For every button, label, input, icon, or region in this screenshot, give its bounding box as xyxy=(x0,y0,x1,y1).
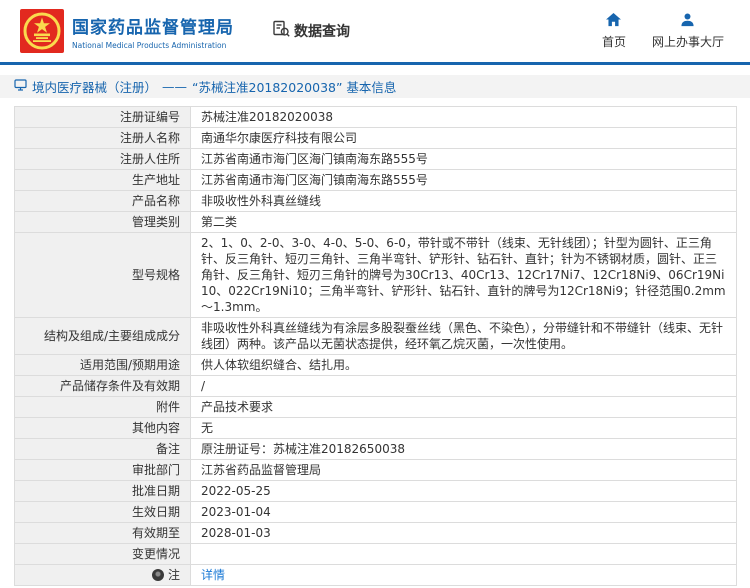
row-value: 南通华尔康医疗科技有限公司 xyxy=(191,128,737,149)
row-label: 批准日期 xyxy=(15,481,191,502)
row-value: 江苏省南通市海门区海门镇南海东路555号 xyxy=(191,170,737,191)
table-row: 型号规格2、1、0、2-0、3-0、4-0、5-0、6-0，带针或不带针（线束、… xyxy=(15,233,737,318)
table-row: 产品储存条件及有效期/ xyxy=(15,376,737,397)
row-value xyxy=(191,544,737,565)
table-row: 注册证编号苏械注准20182020038 xyxy=(15,107,737,128)
breadcrumb-section[interactable]: 境内医疗器械（注册） xyxy=(32,77,157,96)
table-row: 变更情况 xyxy=(15,544,737,565)
nav-item-home[interactable]: 首页 xyxy=(602,13,626,50)
registration-info-table-wrap: 注册证编号苏械注准20182020038注册人名称南通华尔康医疗科技有限公司注册… xyxy=(14,106,737,586)
row-label: 注 xyxy=(15,565,191,586)
row-value: 2028-01-03 xyxy=(191,523,737,544)
person-icon xyxy=(680,13,695,30)
nav-item-service-hall[interactable]: 网上办事大厅 xyxy=(652,13,724,50)
page-title: “苏械注准20182020038” 基本信息 xyxy=(192,77,396,96)
info-table-body: 注册证编号苏械注准20182020038注册人名称南通华尔康医疗科技有限公司注册… xyxy=(15,107,737,586)
row-value: 第二类 xyxy=(191,212,737,233)
row-label: 产品储存条件及有效期 xyxy=(15,376,191,397)
site-header: 国家药品监督管理局 National Medical Products Admi… xyxy=(0,0,750,62)
table-row: 有效期至2028-01-03 xyxy=(15,523,737,544)
row-value: 供人体软组织缝合、结扎用。 xyxy=(191,355,737,376)
row-label: 结构及组成/主要组成成分 xyxy=(15,318,191,355)
row-value: 2022-05-25 xyxy=(191,481,737,502)
table-row: 备注原注册证号：苏械注准20182650038 xyxy=(15,439,737,460)
note-icon xyxy=(152,569,164,581)
nav-home-label: 首页 xyxy=(602,33,626,50)
row-value: 2、1、0、2-0、3-0、4-0、5-0、6-0，带针或不带针（线束、无针线团… xyxy=(191,233,737,318)
row-label: 审批部门 xyxy=(15,460,191,481)
breadcrumb: 境内医疗器械（注册） —— “苏械注准20182020038” 基本信息 xyxy=(0,75,750,98)
row-label: 有效期至 xyxy=(15,523,191,544)
row-value: 产品技术要求 xyxy=(191,397,737,418)
row-value: 江苏省南通市海门区海门镇南海东路555号 xyxy=(191,149,737,170)
row-label: 生效日期 xyxy=(15,502,191,523)
nav-data-query[interactable]: 数据查询 xyxy=(272,20,350,42)
table-row: 产品名称非吸收性外科真丝缝线 xyxy=(15,191,737,212)
header-nav: 首页 网上办事大厅 xyxy=(602,13,724,50)
row-label: 其他内容 xyxy=(15,418,191,439)
row-value: 江苏省药品监督管理局 xyxy=(191,460,737,481)
row-value: 2023-01-04 xyxy=(191,502,737,523)
data-query-label: 数据查询 xyxy=(294,21,350,41)
row-label: 管理类别 xyxy=(15,212,191,233)
agency-name-cn: 国家药品监督管理局 xyxy=(72,13,234,38)
row-label: 注册证编号 xyxy=(15,107,191,128)
table-row: 生效日期2023-01-04 xyxy=(15,502,737,523)
row-value: 非吸收性外科真丝缝线为有涂层多股裂蚕丝线（黑色、不染色），分带缝针和不带缝针（线… xyxy=(191,318,737,355)
device-registry-icon xyxy=(14,79,27,94)
row-value: / xyxy=(191,376,737,397)
table-row: 适用范围/预期用途供人体软组织缝合、结扎用。 xyxy=(15,355,737,376)
row-label: 注册人住所 xyxy=(15,149,191,170)
registration-info-table: 注册证编号苏械注准20182020038注册人名称南通华尔康医疗科技有限公司注册… xyxy=(14,106,737,586)
detail-link[interactable]: 详情 xyxy=(201,568,225,582)
row-label: 生产地址 xyxy=(15,170,191,191)
table-row: 其他内容无 xyxy=(15,418,737,439)
row-value: 非吸收性外科真丝缝线 xyxy=(191,191,737,212)
data-query-icon xyxy=(272,20,290,42)
table-row: 结构及组成/主要组成成分非吸收性外科真丝缝线为有涂层多股裂蚕丝线（黑色、不染色）… xyxy=(15,318,737,355)
row-value: 原注册证号：苏械注准20182650038 xyxy=(191,439,737,460)
row-value: 详情 xyxy=(191,565,737,586)
table-row: 注册人住所江苏省南通市海门区海门镇南海东路555号 xyxy=(15,149,737,170)
table-row: 注册人名称南通华尔康医疗科技有限公司 xyxy=(15,128,737,149)
national-emblem-logo xyxy=(20,9,64,53)
site-brand[interactable]: 国家药品监督管理局 National Medical Products Admi… xyxy=(20,9,234,53)
table-row: 生产地址江苏省南通市海门区海门镇南海东路555号 xyxy=(15,170,737,191)
table-row: 附件产品技术要求 xyxy=(15,397,737,418)
row-value: 无 xyxy=(191,418,737,439)
home-icon xyxy=(606,13,621,30)
breadcrumb-separator: —— xyxy=(162,79,187,94)
table-row: 批准日期2022-05-25 xyxy=(15,481,737,502)
row-label: 产品名称 xyxy=(15,191,191,212)
row-label: 适用范围/预期用途 xyxy=(15,355,191,376)
row-value: 苏械注准20182020038 xyxy=(191,107,737,128)
row-label: 注册人名称 xyxy=(15,128,191,149)
header-divider xyxy=(0,62,750,65)
agency-name-block: 国家药品监督管理局 National Medical Products Admi… xyxy=(72,13,234,50)
table-row: 管理类别第二类 xyxy=(15,212,737,233)
row-label: 备注 xyxy=(15,439,191,460)
row-label: 附件 xyxy=(15,397,191,418)
nav-hall-label: 网上办事大厅 xyxy=(652,33,724,50)
agency-name-en: National Medical Products Administration xyxy=(72,41,234,50)
table-row: 注详情 xyxy=(15,565,737,586)
row-label: 变更情况 xyxy=(15,544,191,565)
row-label: 型号规格 xyxy=(15,233,191,318)
table-row: 审批部门江苏省药品监督管理局 xyxy=(15,460,737,481)
